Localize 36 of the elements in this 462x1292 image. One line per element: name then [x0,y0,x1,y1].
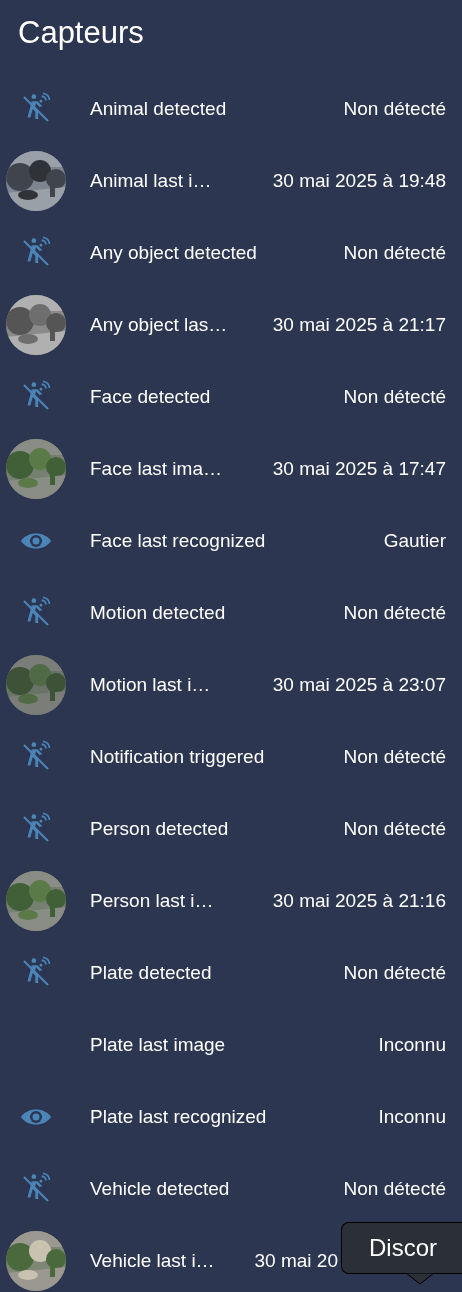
sensor-value: Non détecté [343,960,446,985]
sensor-value: 30 mai 2025 à 19:48 [272,168,446,193]
sensor-name: Face last ima… [90,456,222,481]
sensor-value: 30 mai 2025 à 23:07 [272,672,446,697]
sensor-value: Non détecté [343,816,446,841]
sensor-name: Face last recognized [90,528,266,553]
sensor-name: Animal detected [90,96,227,121]
sensor-name: Plate detected [90,960,212,985]
sensor-name: Any object las… [90,312,228,337]
sensor-name: Notification triggered [90,744,265,769]
tooltip-text: Discor [369,1233,437,1263]
sensor-name: Motion last i… [90,672,211,697]
sensor-name: Animal last i… [90,168,212,193]
sensor-value: Gautier [383,528,446,553]
sensor-value: 30 mai 2025 à 21:16 [272,888,446,913]
sensor-name: Person last i… [90,888,214,913]
sensor-value: Inconnu [378,1104,446,1129]
sensor-value: 30 mai 20 [254,1248,338,1273]
sensor-value: Inconnu [378,1032,446,1057]
sensor-name: Person detected [90,816,229,841]
sensor-name: Motion detected [90,600,226,625]
section-title: Capteurs [18,14,144,52]
sensor-name: Plate last recognized [90,1104,267,1129]
sensor-name: Any object detected [90,240,257,265]
sensor-value: Non détecté [343,600,446,625]
sensor-value: 30 mai 2025 à 17:47 [272,456,446,481]
sensor-name: Face detected [90,384,211,409]
sensor-name: Vehicle last i… [90,1248,215,1273]
sensor-name: Plate last image [90,1032,226,1057]
sensor-value: Non détecté [343,744,446,769]
sensor-name: Vehicle detected [90,1176,230,1201]
sensor-value: Non détecté [343,240,446,265]
sensor-value: 30 mai 2025 à 21:17 [272,312,446,337]
sensor-value: Non détecté [343,1176,446,1201]
sensor-value: Non détecté [343,384,446,409]
sensor-value: Non détecté [343,96,446,121]
